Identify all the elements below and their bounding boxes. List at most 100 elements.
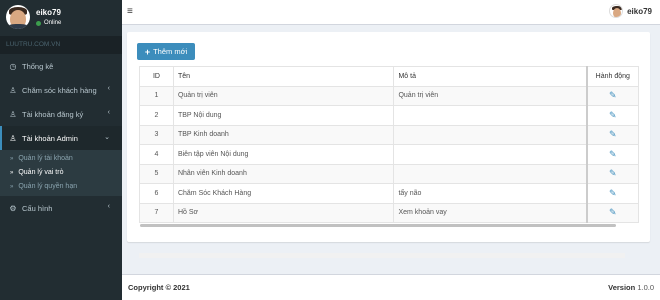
cell-description: [393, 144, 588, 165]
user-panel: eiko79 Online: [0, 0, 122, 34]
cell-actions: ✎: [585, 105, 639, 126]
sidebar-item-customer-care[interactable]: ♙ Chăm sóc khách hàng ‹: [0, 78, 122, 102]
table-row: 6 Chăm Sóc Khách Hàng tẩy não ✎: [139, 183, 639, 204]
add-new-label: Thêm mới: [153, 47, 188, 56]
roles-table: ID Tên Mô tả Hành động 1 Quản trị viên Q…: [139, 66, 639, 223]
sidebar-item-label: Tài khoản đăng ký: [22, 109, 84, 119]
user-name: eiko79: [36, 8, 61, 17]
user-icon: ♙: [9, 85, 17, 95]
cell-actions: ✎: [585, 183, 639, 204]
submenu-item-accounts[interactable]: » Quản lý tài khoản: [0, 152, 122, 166]
cell-id: 3: [139, 124, 174, 145]
cell-actions: ✎: [585, 163, 639, 184]
sidebar-item-label: Thống kê: [22, 61, 54, 71]
sidebar-item-label: Chăm sóc khách hàng: [22, 85, 97, 95]
edit-icon[interactable]: ✎: [609, 188, 617, 198]
cell-description: [393, 163, 588, 184]
version: Version 1.0.0: [608, 283, 654, 292]
cell-actions: ✎: [585, 124, 639, 145]
table-row: 4 Biên tập viên Nội dung ✎: [139, 144, 639, 165]
roles-box: + Thêm mới ID Tên Mô tả Hành động 1 Quản…: [127, 32, 650, 258]
version-value: 1.0.0: [637, 283, 654, 292]
online-dot-icon: [36, 20, 41, 26]
double-chevron-icon: »: [10, 156, 14, 162]
cell-name: TBP Nội dung: [172, 105, 395, 126]
cell-description: Xem khoản vay: [393, 202, 588, 223]
footer: Copyright © 2021 Version 1.0.0: [122, 274, 660, 300]
sidebar-item-label: Cấu hình: [22, 203, 53, 213]
double-chevron-icon: »: [10, 184, 14, 190]
horizontal-scrollbar-track[interactable]: [139, 253, 625, 258]
edit-icon[interactable]: ✎: [609, 129, 617, 139]
cell-id: 1: [139, 85, 174, 106]
column-header-actions: Hành động: [585, 66, 639, 87]
sidebar-item-label: Tài khoản Admin: [22, 133, 78, 143]
horizontal-scrollbar-thumb[interactable]: [140, 224, 616, 227]
cell-id: 5: [139, 163, 174, 184]
column-header-name: Tên: [172, 66, 395, 87]
user-icon: ♙: [9, 109, 17, 119]
cell-description: tẩy não: [393, 183, 588, 204]
cell-name: Quản trị viên: [172, 85, 395, 106]
chevron-left-icon: ‹: [107, 85, 110, 92]
cell-description: Quản trị viên: [393, 85, 588, 106]
submenu-admin: » Quản lý tài khoản » Quản lý vai trò » Quả…: [0, 150, 122, 196]
hamburger-menu-icon[interactable]: ≡: [127, 6, 133, 17]
cell-id: 4: [139, 144, 174, 165]
avatar: [609, 4, 624, 18]
sidebar-item-registered-accounts[interactable]: ♙ Tài khoản đăng ký ‹: [0, 102, 122, 126]
dashboard-icon: ◷: [9, 61, 17, 71]
add-new-button[interactable]: + Thêm mới: [137, 43, 195, 60]
submenu-item-permissions[interactable]: » Quản lý quyền hạn: [0, 180, 122, 194]
column-header-description: Mô tả: [393, 66, 588, 87]
cell-name: Nhân viên Kinh doanh: [172, 163, 395, 184]
cell-name: Chăm Sóc Khách Hàng: [172, 183, 395, 204]
top-user-menu[interactable]: eiko79: [609, 4, 652, 18]
edit-icon[interactable]: ✎: [609, 149, 617, 159]
cell-actions: ✎: [585, 202, 639, 223]
topbar: ≡ eiko79: [122, 0, 660, 25]
table-row: 1 Quản trị viên Quản trị viên ✎: [139, 85, 639, 106]
plus-icon: +: [144, 46, 151, 57]
user-status: Online: [36, 20, 61, 26]
user-status-label: Online: [44, 20, 62, 26]
sidebar-item-settings[interactable]: ⚙ Cấu hình ‹: [0, 196, 122, 220]
cell-actions: ✎: [585, 85, 639, 106]
edit-icon[interactable]: ✎: [609, 90, 617, 100]
cell-id: 2: [139, 105, 174, 126]
sidebar-item-admin-accounts[interactable]: ♙ Tài khoản Admin ⌄: [0, 126, 122, 150]
cell-id: 6: [139, 183, 174, 204]
version-label: Version: [608, 283, 636, 292]
cell-description: [393, 124, 588, 145]
chevron-left-icon: ‹: [107, 203, 110, 210]
cell-description: [393, 105, 588, 126]
chevron-down-icon: ⌄: [104, 134, 110, 141]
cell-name: Biên tập viên Nội dung: [172, 144, 395, 165]
table-row: 2 TBP Nội dung ✎: [139, 105, 639, 126]
edit-icon[interactable]: ✎: [609, 110, 617, 120]
column-header-id: ID: [139, 66, 174, 87]
cell-actions: ✎: [585, 144, 639, 165]
submenu-item-label: Quản lý vai trò: [18, 169, 64, 176]
table-row: 3 TBP Kinh doanh ✎: [139, 124, 639, 145]
sidebar: eiko79 Online LUUTRU.COM.VN ◷ Thống kê ♙…: [0, 0, 122, 300]
user-info: eiko79 Online: [36, 8, 61, 26]
submenu-item-label: Quản lý quyền hạn: [18, 183, 78, 190]
submenu-item-label: Quản lý tài khoản: [18, 155, 73, 162]
submenu-item-roles[interactable]: » Quản lý vai trò: [0, 166, 122, 180]
double-chevron-icon: »: [10, 170, 14, 176]
table-row: 5 Nhân viên Kinh doanh ✎: [139, 163, 639, 184]
copyright: Copyright © 2021: [128, 283, 190, 292]
table-header-row: ID Tên Mô tả Hành động: [139, 66, 639, 87]
user-icon: ♙: [9, 133, 17, 143]
avatar: [6, 5, 30, 29]
sidebar-header: LUUTRU.COM.VN: [0, 36, 122, 54]
cell-id: 7: [139, 202, 174, 223]
sidebar-item-dashboard[interactable]: ◷ Thống kê: [0, 54, 122, 78]
chevron-left-icon: ‹: [107, 109, 110, 116]
edit-icon[interactable]: ✎: [609, 207, 617, 217]
gear-icon: ⚙: [9, 203, 17, 213]
edit-icon[interactable]: ✎: [609, 168, 617, 178]
top-user-name: eiko79: [627, 6, 652, 16]
table-row: 7 Hồ Sơ Xem khoản vay ✎: [139, 202, 639, 223]
